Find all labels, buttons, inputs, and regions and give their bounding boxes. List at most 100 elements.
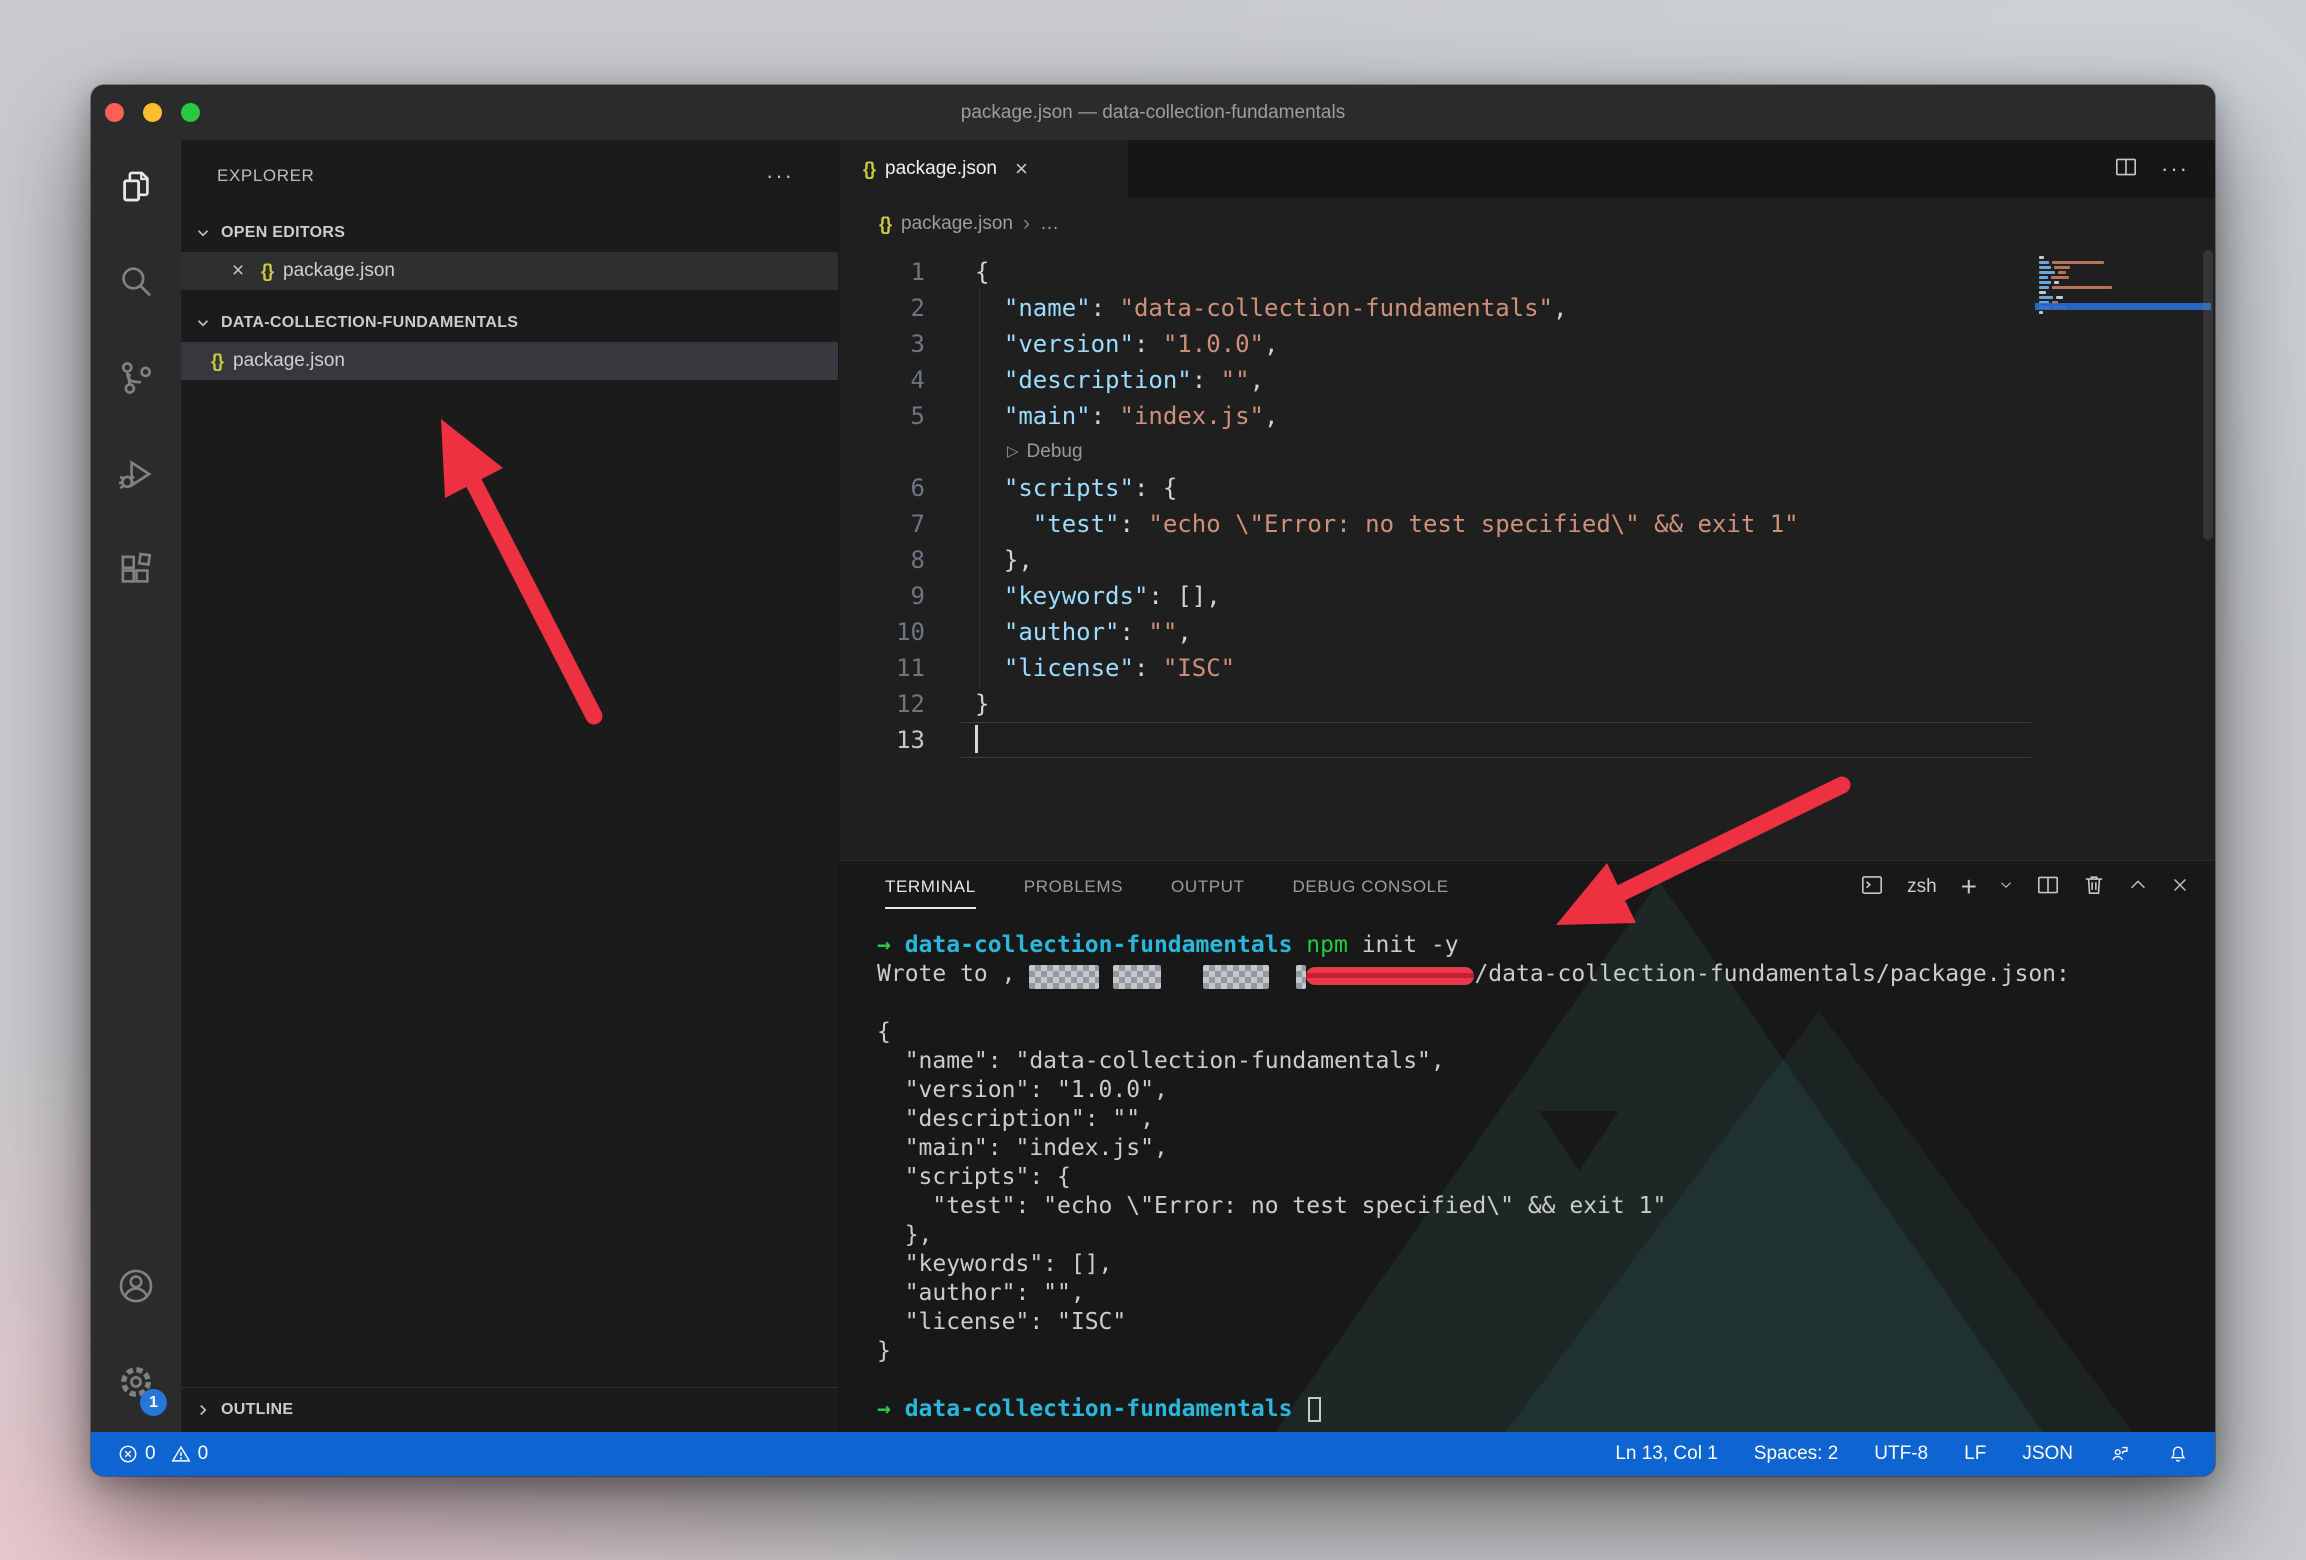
redacted-pixelated-block xyxy=(1113,965,1161,989)
panel-tab-problems[interactable]: PROBLEMS xyxy=(1024,861,1123,913)
terminal-line-1: → data-collection-fundamentals npm init … xyxy=(877,931,2195,960)
json-file-icon: {} xyxy=(879,214,891,235)
terminal-line-5: "name": "data-collection-fundamentals", xyxy=(877,1047,2195,1076)
terminal-icon xyxy=(1859,872,1885,903)
tab-label: package.json xyxy=(885,158,997,180)
activity-source-control[interactable] xyxy=(91,332,181,428)
terminal-line-11: }, xyxy=(877,1221,2195,1250)
folder-section[interactable]: DATA-COLLECTION-FUNDAMENTALS xyxy=(181,304,838,342)
extensions-icon xyxy=(115,549,157,596)
code-editor[interactable]: 1{2 "name": "data-collection-fundamental… xyxy=(839,250,2215,860)
breadcrumb-more[interactable]: … xyxy=(1040,213,1059,235)
split-terminal-icon[interactable] xyxy=(2035,872,2061,903)
line-number: 11 xyxy=(839,650,925,686)
run-debug-icon xyxy=(115,453,157,500)
kill-terminal-icon[interactable] xyxy=(2081,872,2107,903)
panel-tab-output[interactable]: OUTPUT xyxy=(1171,861,1244,913)
code-line-1[interactable]: 1{ xyxy=(839,254,2215,290)
line-number: 5 xyxy=(839,398,925,434)
open-editors-section[interactable]: OPEN EDITORS xyxy=(181,214,838,252)
activity-bar: 1 xyxy=(91,140,181,1432)
code-line-9[interactable]: 9 "keywords": [], xyxy=(839,578,2215,614)
vscode-window: package.json — data-collection-fundament… xyxy=(91,85,2215,1476)
outline-section[interactable]: OUTLINE xyxy=(181,1387,838,1432)
activity-run-debug[interactable] xyxy=(91,428,181,524)
chevron-down-icon xyxy=(191,311,215,335)
desktop: { "window": { "title": "package.json — d… xyxy=(0,0,2306,1560)
indent-guide xyxy=(979,290,980,686)
editor-scrollbar[interactable] xyxy=(2203,250,2213,540)
code-line-3[interactable]: 3 "version": "1.0.0", xyxy=(839,326,2215,362)
breadcrumb[interactable]: {} package.json › … xyxy=(839,198,2215,250)
redacted-pixelated-block xyxy=(1029,965,1099,989)
terminal-cursor xyxy=(1308,1397,1321,1422)
terminal-line-6: "version": "1.0.0", xyxy=(877,1076,2195,1105)
close-editor-icon[interactable]: × xyxy=(225,259,251,283)
account-icon xyxy=(115,1265,157,1312)
sidebar-title: EXPLORER xyxy=(217,166,314,186)
json-file-icon: {} xyxy=(211,351,223,372)
tab-close-icon[interactable]: × xyxy=(1015,156,1028,182)
code-line-8[interactable]: 8 }, xyxy=(839,542,2215,578)
terminal-line-13: "author": "", xyxy=(877,1279,2195,1308)
open-editor-file-label: package.json xyxy=(283,260,395,282)
problems-status[interactable]: 0 0 xyxy=(117,1443,208,1465)
activity-settings[interactable]: 1 xyxy=(91,1336,181,1432)
shell-label[interactable]: zsh xyxy=(1907,876,1937,898)
panel-tab-terminal[interactable]: TERMINAL xyxy=(885,861,976,913)
chevron-right-icon xyxy=(191,1398,215,1422)
json-file-icon: {} xyxy=(863,159,875,180)
tab-package-json[interactable]: {} package.json × xyxy=(839,140,1128,198)
editor-group: {} package.json × ··· {} xyxy=(839,140,2215,860)
open-editor-package-json[interactable]: × {} package.json xyxy=(181,252,838,290)
language-status[interactable]: JSON xyxy=(2022,1443,2073,1465)
codelens-debug[interactable]: ▷Debug xyxy=(839,434,2215,470)
code-line-5[interactable]: 5 "main": "index.js", xyxy=(839,398,2215,434)
code-line-12[interactable]: 12} xyxy=(839,686,2215,722)
indentation-status[interactable]: Spaces: 2 xyxy=(1754,1443,1839,1465)
breadcrumb-file[interactable]: package.json xyxy=(901,213,1013,235)
warnings-icon xyxy=(170,1443,192,1465)
activity-search[interactable] xyxy=(91,236,181,332)
explorer-actions-button[interactable]: ··· xyxy=(766,163,794,189)
code-line-11[interactable]: 11 "license": "ISC" xyxy=(839,650,2215,686)
notifications-bell-icon[interactable] xyxy=(2167,1443,2189,1465)
line-number: 7 xyxy=(839,506,925,542)
close-panel-icon[interactable] xyxy=(2169,874,2191,901)
code-line-6[interactable]: 6 "scripts": { xyxy=(839,470,2215,506)
panel-tab-debug-console[interactable]: DEBUG CONSOLE xyxy=(1293,861,1449,913)
terminal-output[interactable]: → data-collection-fundamentals npm init … xyxy=(839,913,2215,1432)
feedback-icon[interactable] xyxy=(2109,1443,2131,1465)
activity-extensions[interactable] xyxy=(91,524,181,620)
activity-explorer[interactable] xyxy=(91,140,181,236)
line-number: 10 xyxy=(839,614,925,650)
encoding-status[interactable]: UTF-8 xyxy=(1874,1443,1928,1465)
status-bar: 0 0 Ln 13, Col 1 Spaces: 2 UTF-8 LF JSON xyxy=(91,1432,2215,1476)
line-number: 8 xyxy=(839,542,925,578)
minimap[interactable] xyxy=(2033,256,2203,308)
terminal-line-15: } xyxy=(877,1337,2195,1366)
eol-status[interactable]: LF xyxy=(1964,1443,1986,1465)
terminal-line-7: "description": "", xyxy=(877,1105,2195,1134)
code-line-7[interactable]: 7 "test": "echo \"Error: no test specifi… xyxy=(839,506,2215,542)
terminal-dropdown-icon[interactable] xyxy=(1997,876,2015,899)
code-line-2[interactable]: 2 "name": "data-collection-fundamentals"… xyxy=(839,290,2215,326)
editor-actions-icon[interactable]: ··· xyxy=(2161,156,2189,182)
code-line-10[interactable]: 10 "author": "", xyxy=(839,614,2215,650)
split-editor-icon[interactable] xyxy=(2113,154,2139,185)
terminal-line-17: → data-collection-fundamentals xyxy=(877,1395,2195,1424)
new-terminal-button[interactable]: + xyxy=(1961,873,1977,901)
terminal-line-14: "license": "ISC" xyxy=(877,1308,2195,1337)
terminal-line-3 xyxy=(877,989,2195,1018)
code-line-4[interactable]: 4 "description": "", xyxy=(839,362,2215,398)
line-number: 9 xyxy=(839,578,925,614)
cursor-position-status[interactable]: Ln 13, Col 1 xyxy=(1615,1443,1717,1465)
terminal-line-16 xyxy=(877,1366,2195,1395)
errors-icon xyxy=(117,1443,139,1465)
title-bar[interactable]: package.json — data-collection-fundament… xyxy=(91,85,2215,140)
activity-accounts[interactable] xyxy=(91,1240,181,1336)
files-icon xyxy=(115,165,157,212)
minimap-current-line xyxy=(2035,303,2211,310)
maximize-panel-icon[interactable] xyxy=(2127,874,2149,901)
tree-item-package-json[interactable]: {} package.json xyxy=(181,342,838,380)
